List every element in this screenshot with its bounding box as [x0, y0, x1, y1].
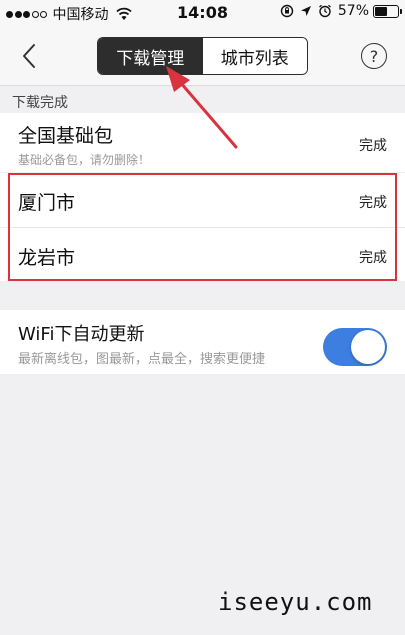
location-arrow-icon: [300, 6, 311, 16]
section-header: 下载完成: [12, 95, 68, 111]
back-button[interactable]: [14, 39, 44, 73]
setting-title: WiFi下自动更新: [18, 324, 145, 345]
item-title: 厦门市: [18, 192, 76, 214]
battery-percent: 57%: [337, 3, 369, 19]
status-bar: 中国移动 14:08 57%: [0, 0, 405, 24]
list-item[interactable]: 全国基础包 基础必备包，请勿删除！ 完成: [0, 113, 405, 172]
segmented-control: 下载管理 城市列表: [97, 37, 308, 75]
battery-icon: [373, 4, 402, 18]
tab-city-list[interactable]: 城市列表: [202, 38, 307, 74]
item-status: 完成: [359, 195, 387, 211]
item-title: 龙岩市: [18, 247, 76, 269]
item-title: 全国基础包: [18, 125, 114, 147]
battery-level: [375, 6, 387, 16]
status-right: 57%: [280, 3, 402, 19]
alarm-icon: [318, 4, 331, 18]
wifi-auto-update-toggle[interactable]: [323, 328, 387, 366]
tab-download-management[interactable]: 下载管理: [98, 38, 203, 74]
wifi-auto-update-row: WiFi下自动更新 最新离线包，图最新，点最全，搜索更便捷: [0, 310, 405, 374]
list-item[interactable]: 龙岩市 完成: [0, 228, 405, 281]
nav-bar: 下载管理 城市列表 ?: [0, 24, 405, 86]
chevron-left-icon: [23, 44, 35, 68]
watermark: iseeyu.com: [218, 588, 373, 616]
item-subtitle: 基础必备包，请勿删除！: [18, 153, 151, 167]
list-item[interactable]: 厦门市 完成: [0, 173, 405, 227]
item-status: 完成: [359, 250, 387, 266]
rotation-lock-icon: [280, 4, 294, 18]
item-status: 完成: [359, 138, 387, 154]
toggle-knob: [351, 330, 385, 364]
help-icon: ?: [369, 46, 379, 66]
help-button[interactable]: ?: [361, 43, 387, 69]
setting-subtitle: 最新离线包，图最新，点最全，搜索更便捷: [18, 352, 266, 367]
